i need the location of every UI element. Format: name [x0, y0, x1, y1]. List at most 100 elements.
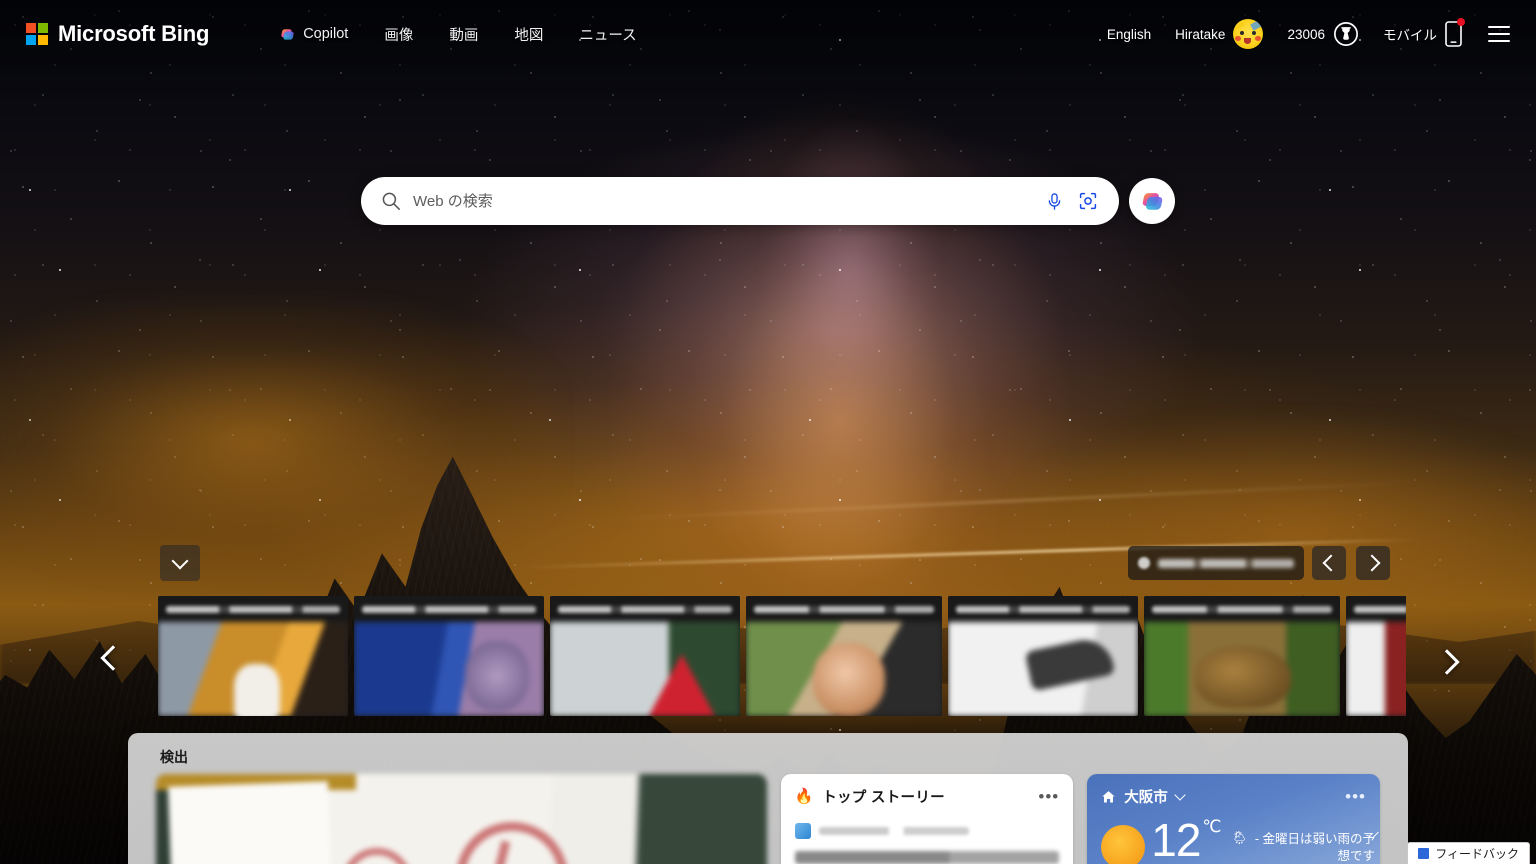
copilot-icon	[281, 28, 294, 40]
search-box[interactable]	[361, 177, 1119, 225]
news-card-title	[550, 596, 740, 622]
chevron-down-icon[interactable]	[1174, 789, 1186, 801]
weather-temperature: 12	[1151, 814, 1201, 864]
feedback-label: フィードバック	[1435, 847, 1519, 861]
next-background-button[interactable]	[1356, 546, 1390, 580]
background-image-caption	[1158, 558, 1294, 568]
chevron-right-icon	[1363, 554, 1380, 572]
nav-item-copilot[interactable]: Copilot	[279, 26, 348, 43]
main-nav: Copilot 画像 動画 地図 ニュース	[279, 24, 637, 45]
news-card[interactable]	[1346, 596, 1406, 716]
weather-city: 大阪市	[1124, 790, 1168, 806]
username-label: Hiratake	[1175, 26, 1226, 42]
nav-item-images[interactable]: 画像	[384, 24, 413, 45]
mobile-button[interactable]: モバイル	[1371, 15, 1474, 53]
discover-title: 検出	[160, 749, 188, 765]
weather-forecast-row: 🌦 - 金曜日は弱い雨の予想です	[1232, 831, 1376, 864]
discover-hero-card[interactable]	[156, 774, 767, 864]
hero-paper	[167, 781, 333, 864]
news-carousel[interactable]	[158, 596, 1406, 716]
discover-panel: 検出 🔥 トップ ストーリー ••• 大阪市 ••• 12 ℃ 🌦 - 金曜日は…	[128, 733, 1408, 864]
visual-search-button[interactable]	[1071, 184, 1105, 218]
background-image-info[interactable]	[1128, 546, 1304, 580]
news-card-title	[354, 596, 544, 622]
nav-label-copilot: Copilot	[303, 26, 349, 42]
news-card-thumbnail	[354, 622, 544, 716]
news-card[interactable]	[354, 596, 544, 716]
discover-grid: 🔥 トップ ストーリー ••• 大阪市 ••• 12 ℃ 🌦 - 金曜日は弱い雨…	[156, 774, 1380, 864]
sun-icon	[1101, 825, 1146, 864]
feedback-button[interactable]: フィードバック	[1407, 842, 1530, 864]
news-card-title	[948, 596, 1138, 622]
carousel-prev-button[interactable]	[96, 628, 130, 688]
nav-label-images: 画像	[384, 27, 414, 44]
news-card[interactable]	[746, 596, 942, 716]
news-card[interactable]	[550, 596, 740, 716]
source-meta	[818, 827, 969, 835]
top-stories-card[interactable]: 🔥 トップ ストーリー •••	[780, 774, 1074, 864]
avatar	[1233, 19, 1264, 49]
nav-label-maps: 地図	[514, 27, 544, 44]
weather-card[interactable]: 大阪市 ••• 12 ℃ 🌦 - 金曜日は弱い雨の予想です	[1087, 774, 1380, 864]
top-stories-source-row	[794, 823, 1060, 839]
search-icon	[382, 192, 400, 210]
rewards-medal-icon	[1334, 22, 1358, 46]
home-icon	[1102, 790, 1115, 803]
chevron-down-icon	[171, 552, 189, 570]
phone-icon-wrapper	[1445, 18, 1465, 47]
search-area	[0, 177, 1536, 225]
collapse-carousel-button[interactable]	[160, 545, 200, 581]
microphone-button[interactable]	[1037, 184, 1071, 218]
nav-label-videos: 動画	[449, 27, 479, 44]
bing-logo-link[interactable]: Microsoft Bing	[26, 21, 209, 47]
microphone-icon	[1048, 192, 1060, 210]
news-card-thumbnail	[746, 622, 942, 716]
nav-label-news: ニュース	[579, 27, 637, 44]
header-right-cluster: English Hiratake 23006 モバイル	[1095, 13, 1520, 55]
news-card-title	[158, 596, 348, 622]
news-card-thumbnail	[550, 622, 740, 716]
previous-background-button[interactable]	[1312, 546, 1346, 580]
nav-item-videos[interactable]: 動画	[449, 24, 478, 45]
weather-header: 大阪市 •••	[1101, 786, 1366, 807]
news-card-title	[1346, 596, 1406, 622]
brand-title: Microsoft Bing	[58, 21, 210, 46]
visual-search-icon	[1079, 192, 1097, 210]
copilot-icon	[1142, 192, 1162, 210]
language-label: English	[1106, 26, 1152, 42]
news-card[interactable]	[1144, 596, 1340, 716]
chevron-right-icon	[1434, 649, 1460, 675]
microsoft-logo-icon	[26, 23, 48, 45]
search-input[interactable]	[413, 192, 1037, 210]
top-stories-headline	[794, 851, 1060, 864]
news-card[interactable]	[948, 596, 1138, 716]
chevron-left-icon	[100, 645, 126, 671]
language-selector[interactable]: English	[1095, 21, 1163, 48]
weather-forecast-text: - 金曜日は弱い雨の予想です	[1254, 832, 1376, 863]
info-icon	[1138, 557, 1150, 569]
rewards-button[interactable]: 23006	[1275, 15, 1371, 53]
search-row	[361, 177, 1175, 225]
top-stories-more-button[interactable]: •••	[1038, 788, 1059, 805]
news-card-thumbnail	[1144, 622, 1340, 716]
news-card-thumbnail	[1346, 622, 1406, 716]
top-stories-header: 🔥 トップ ストーリー •••	[795, 786, 1060, 807]
news-card-thumbnail	[158, 622, 348, 716]
weather-body: 12 ℃ 🌦 - 金曜日は弱い雨の予想です	[1101, 814, 1379, 864]
weather-unit: ℃	[1202, 817, 1222, 836]
account-button[interactable]: Hiratake	[1163, 13, 1275, 55]
news-card-title	[746, 596, 942, 622]
nav-item-news[interactable]: ニュース	[579, 24, 636, 45]
hamburger-menu-icon[interactable]	[1478, 16, 1520, 52]
rain-cloud-icon: 🌦	[1231, 830, 1249, 845]
rewards-points-label: 23006	[1287, 26, 1325, 42]
feedback-icon	[1418, 848, 1430, 859]
hero-stamp-small	[342, 848, 412, 864]
carousel-next-button[interactable]	[1430, 632, 1464, 692]
copilot-search-button[interactable]	[1129, 178, 1175, 224]
weather-more-button[interactable]: •••	[1345, 788, 1366, 805]
notification-dot	[1457, 18, 1465, 26]
news-card-title	[1144, 596, 1340, 622]
news-card[interactable]	[158, 596, 348, 716]
nav-item-maps[interactable]: 地図	[514, 24, 543, 45]
